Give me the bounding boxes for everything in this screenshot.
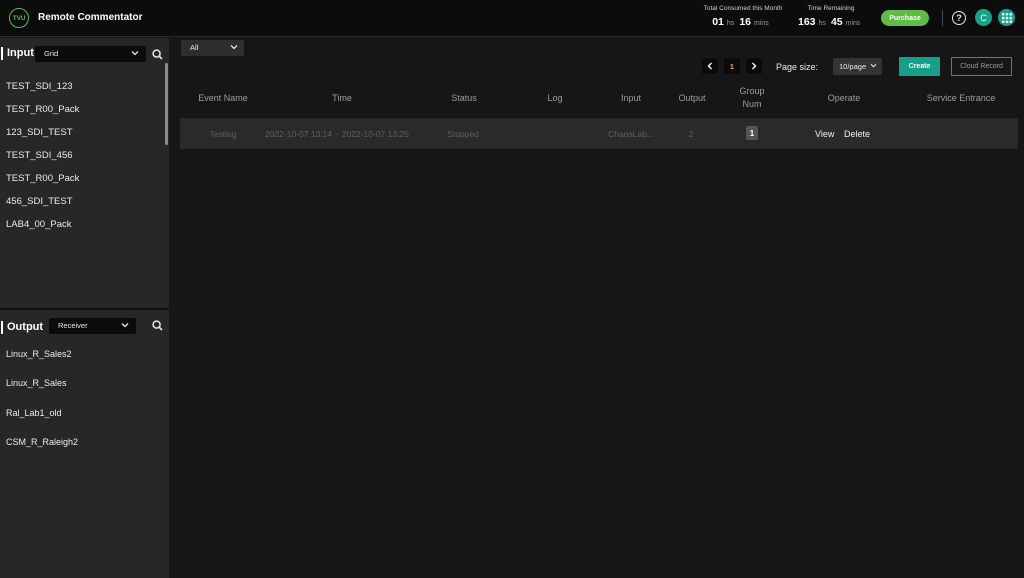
consumed-mins-unit: mins [754, 20, 769, 27]
output-list-item[interactable]: Ral_Lab1_old [6, 408, 62, 418]
page-size-select[interactable]: 10/page [833, 58, 882, 75]
column-header-event-name: Event Name [198, 93, 248, 103]
next-page-button[interactable] [746, 58, 762, 74]
chevron-down-icon [870, 63, 877, 68]
consumed-hours: 01 [712, 16, 724, 28]
cloud-record-button[interactable]: Cloud Record [951, 57, 1012, 76]
output-type-select[interactable]: Receiver [49, 318, 136, 334]
page-size-label: Page size: [776, 62, 819, 72]
header-divider [942, 10, 943, 26]
output-search-icon[interactable] [152, 320, 163, 331]
column-header-output: Output [678, 93, 706, 103]
chevron-left-icon [707, 62, 712, 70]
section-marker [1, 47, 3, 60]
remaining-mins: 45 [830, 16, 843, 28]
group-num-line1: Group [739, 86, 765, 96]
purchase-button[interactable]: Purchase [881, 10, 929, 26]
status-filter-select[interactable]: All [181, 40, 244, 56]
output-list-item[interactable]: Linux_R_Sales [6, 378, 67, 388]
column-header-input: Input [620, 93, 642, 103]
consumed-mins: 16 [739, 16, 751, 28]
apps-grid-glyph [1001, 12, 1012, 23]
remaining-mins-unit: mins [845, 20, 861, 27]
input-section-title: Input [7, 47, 34, 59]
output-list-item[interactable]: CSM_R_Raleigh2 [6, 437, 78, 447]
input-search-icon[interactable] [152, 49, 163, 60]
user-avatar[interactable]: C [975, 9, 992, 26]
output-type-value: Receiver [58, 321, 88, 330]
input-list-item[interactable]: 123_SDI_TEST [6, 127, 73, 138]
group-num-line2: Num [742, 99, 762, 109]
cell-status: Stopped [447, 129, 479, 139]
input-list-item[interactable]: TEST_R00_Pack [6, 104, 79, 115]
remaining-value: 163 hs 45 mins [798, 16, 864, 28]
chevron-down-icon [121, 323, 129, 328]
column-header-operate: Operate [827, 93, 861, 103]
input-list-item[interactable]: TEST_SDI_123 [6, 81, 73, 92]
input-list-scrollbar[interactable] [165, 63, 168, 145]
consumed-value: 01 hs 16 mins [699, 16, 787, 28]
cell-time: 2022-10-07 13:14 ~ 2022-10-07 13:25 [265, 129, 409, 139]
tvu-logo-icon: TVU [9, 8, 29, 28]
delete-link[interactable]: Delete [844, 129, 870, 139]
remaining-label: Time Remaining [807, 5, 855, 12]
app-title: Remote Commentator [38, 12, 143, 23]
top-header: TVU Remote Commentator Total Consumed th… [0, 0, 1024, 37]
chevron-down-icon [131, 51, 139, 56]
output-section-title: Output [7, 321, 44, 333]
cell-input: ChaosLab... [608, 129, 654, 139]
input-list-item[interactable]: LAB4_00_Pack [6, 219, 72, 230]
create-button[interactable]: Create [899, 57, 940, 76]
column-header-time: Time [332, 93, 352, 103]
cell-event-name: Testing [209, 129, 237, 139]
column-header-group-num: Group Num [739, 85, 764, 111]
group-num-badge[interactable]: 1 [746, 126, 758, 140]
time-remaining: Time Remaining 163 hs 45 mins [798, 5, 864, 28]
consumed-this-month: Total Consumed this Month 01 hs 16 mins [699, 5, 787, 28]
consumed-hours-unit: hs [726, 20, 735, 27]
chevron-down-icon [230, 45, 238, 50]
sidebar: Input Grid TEST_SDI_123 TEST_R00_Pack 12… [0, 38, 169, 578]
remaining-hours: 163 [798, 16, 816, 28]
section-marker [1, 321, 3, 334]
input-view-select[interactable]: Grid [35, 46, 146, 62]
help-icon[interactable]: ? [952, 11, 966, 25]
input-list-item[interactable]: 456_SDI_TEST [6, 196, 73, 207]
view-link[interactable]: View [815, 129, 834, 139]
prev-page-button[interactable] [702, 58, 718, 74]
column-header-service-entrance: Service Entrance [926, 93, 996, 103]
sidebar-divider [0, 308, 169, 310]
input-view-value: Grid [44, 49, 59, 58]
remaining-hours-unit: hs [818, 20, 826, 27]
input-list-item[interactable]: TEST_SDI_456 [6, 150, 73, 161]
status-filter-value: All [190, 43, 199, 52]
output-list-item[interactable]: Linux_R_Sales2 [6, 349, 72, 359]
column-header-status: Status [451, 93, 477, 103]
consumed-label: Total Consumed this Month [703, 5, 783, 12]
page-size-value: 10/page [839, 62, 867, 71]
page-number-button[interactable]: 1 [724, 58, 740, 74]
cell-output: 2 [688, 129, 694, 139]
input-list-item[interactable]: TEST_R00_Pack [6, 173, 79, 184]
column-header-log: Log [547, 93, 563, 103]
apps-grid-icon[interactable] [998, 9, 1015, 26]
chevron-right-icon [752, 62, 757, 70]
